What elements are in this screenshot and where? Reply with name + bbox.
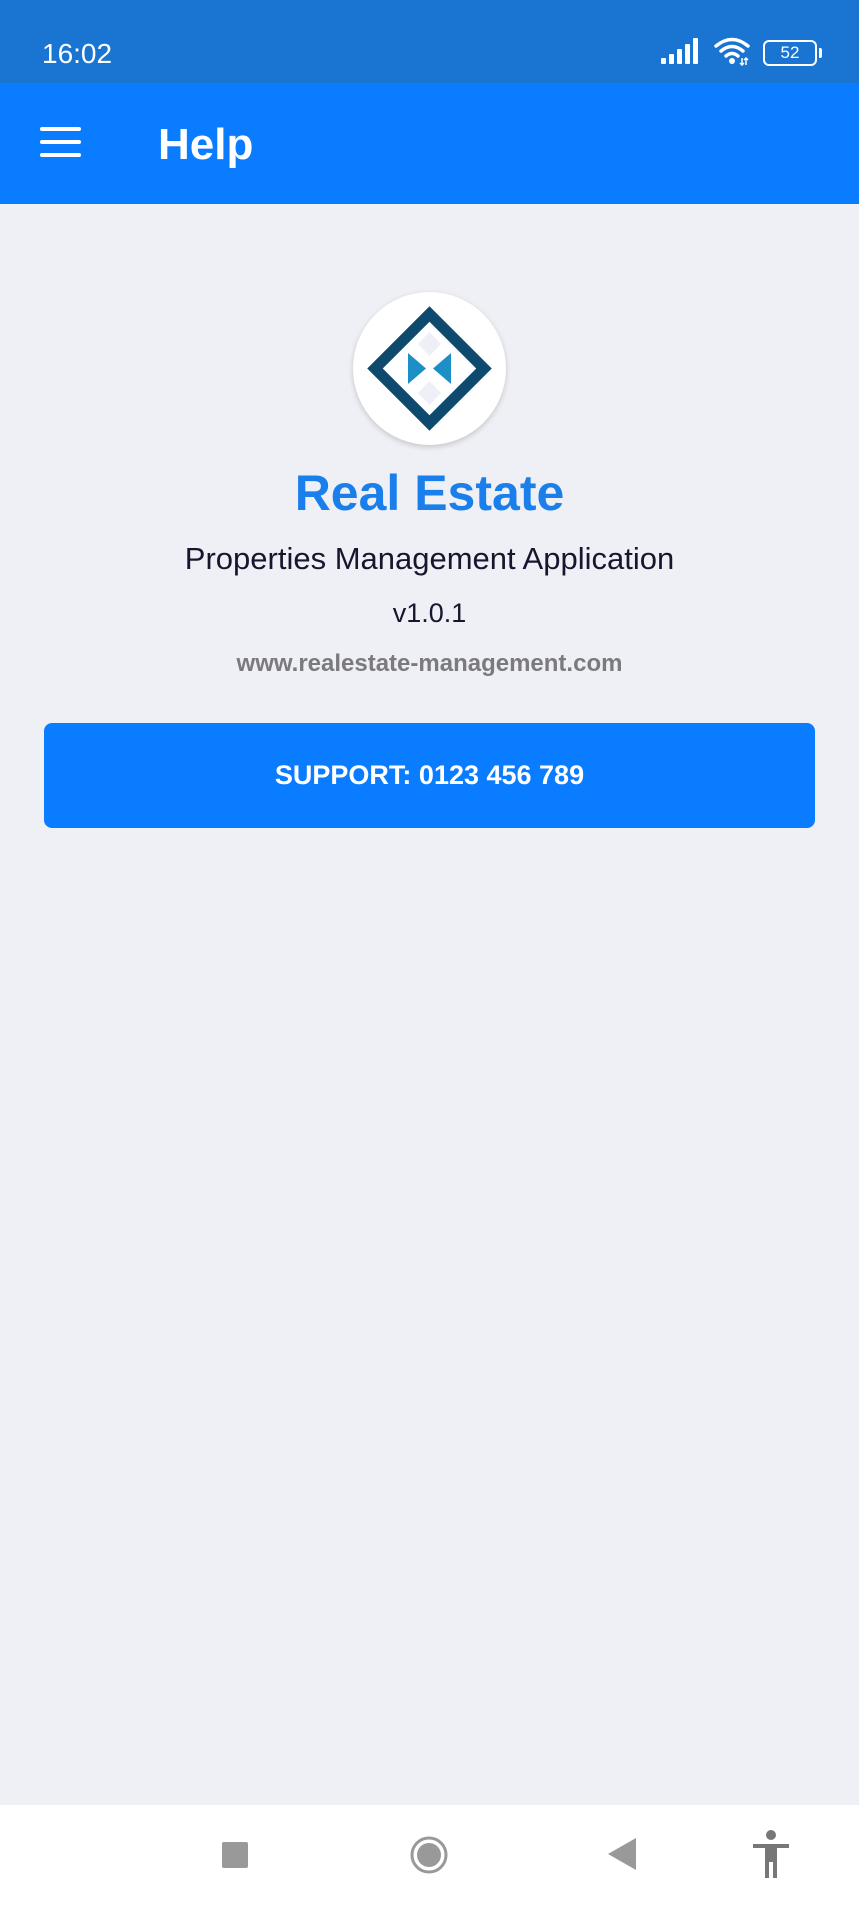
app-bar: Help (0, 83, 859, 204)
app-logo (353, 292, 506, 445)
navigation-bar (0, 1805, 859, 1908)
hamburger-menu-icon[interactable] (40, 127, 82, 159)
support-button[interactable]: SUPPORT: 0123 456 789 (44, 723, 815, 828)
accessibility-icon[interactable] (751, 1830, 791, 1883)
recent-apps-icon[interactable] (222, 1842, 248, 1873)
app-name: Real Estate (294, 465, 565, 521)
status-icons: 52 (661, 36, 822, 71)
app-subtitle: Properties Management Application (184, 541, 675, 576)
app-version: v1.0.1 (392, 598, 467, 628)
real-estate-logo-icon (367, 306, 492, 431)
status-time: 16:02 (42, 38, 113, 69)
status-bar: 16:02 52 (0, 0, 859, 83)
back-icon[interactable] (608, 1838, 636, 1875)
page-title: Help (158, 120, 254, 169)
home-icon[interactable] (409, 1835, 449, 1880)
battery-icon: 52 (763, 40, 822, 66)
signal-icon (661, 37, 701, 69)
wifi-icon (713, 36, 751, 71)
website-link[interactable]: www.realestate-management.com (0, 650, 859, 678)
